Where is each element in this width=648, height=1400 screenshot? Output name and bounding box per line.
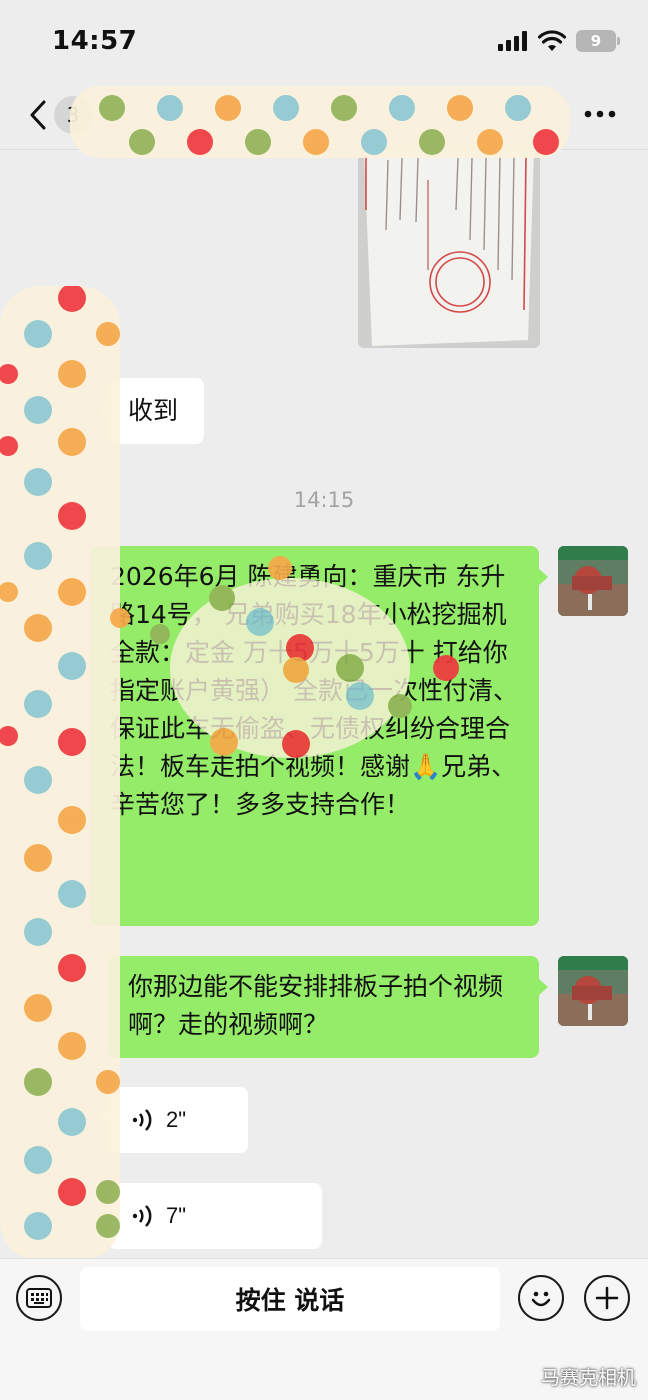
sent-message-short-text: 你那边能不能安排排板子拍个视频啊？走的视频啊？ bbox=[128, 972, 504, 1039]
sent-message-long[interactable]: 2026年6月 陈建勇向：重庆市 东升路14号， 兄弟购买18年小松挖掘机全款：… bbox=[90, 546, 548, 926]
status-time: 14:57 bbox=[52, 26, 138, 56]
status-bar: 14:57 9 bbox=[0, 0, 648, 84]
received-message-text: 收到 bbox=[128, 396, 179, 425]
wifi-icon bbox=[538, 30, 566, 51]
chat-header: 3 bbox=[0, 84, 648, 150]
timestamp: 14:15 bbox=[293, 488, 355, 512]
status-icons: 9 bbox=[498, 30, 620, 52]
voice-wave-icon bbox=[132, 1109, 152, 1131]
sent-message-short[interactable]: 你那边能不能安排排板子拍个视频啊？走的视频啊？ bbox=[108, 956, 548, 1058]
voice-message[interactable]: 2" bbox=[99, 1087, 248, 1153]
plus-button[interactable] bbox=[584, 1275, 630, 1321]
input-bar: 按住 说话 马赛克相机 bbox=[0, 1258, 648, 1400]
voice-wave-icon bbox=[132, 1205, 152, 1227]
keyboard-icon bbox=[26, 1288, 52, 1308]
avatar[interactable] bbox=[558, 546, 628, 616]
document-photo bbox=[358, 150, 540, 348]
emoji-icon bbox=[531, 1291, 551, 1307]
avatar[interactable] bbox=[558, 956, 628, 1026]
hold-to-talk-button[interactable]: 按住 说话 bbox=[80, 1267, 500, 1331]
sent-message-long-text: 2026年6月 陈建勇向：重庆市 东升路14号， 兄弟购买18年小松挖掘机全款：… bbox=[110, 562, 518, 819]
unread-badge[interactable]: 3 bbox=[54, 96, 92, 134]
image-message[interactable] bbox=[358, 150, 540, 348]
voice-duration: 2" bbox=[166, 1107, 187, 1132]
watermark: 马赛克相机 bbox=[540, 1367, 636, 1389]
keyboard-button[interactable] bbox=[16, 1275, 62, 1321]
more-icon[interactable] bbox=[582, 102, 618, 126]
emoji-button[interactable] bbox=[518, 1275, 564, 1321]
signal-icon bbox=[498, 31, 527, 51]
back-icon[interactable] bbox=[24, 98, 54, 132]
plus-icon bbox=[595, 1286, 619, 1310]
voice-message[interactable]: 7" bbox=[99, 1183, 322, 1249]
voice-duration: 7" bbox=[166, 1203, 187, 1228]
received-message[interactable]: 收到 bbox=[99, 378, 204, 444]
battery-icon: 9 bbox=[576, 30, 620, 52]
